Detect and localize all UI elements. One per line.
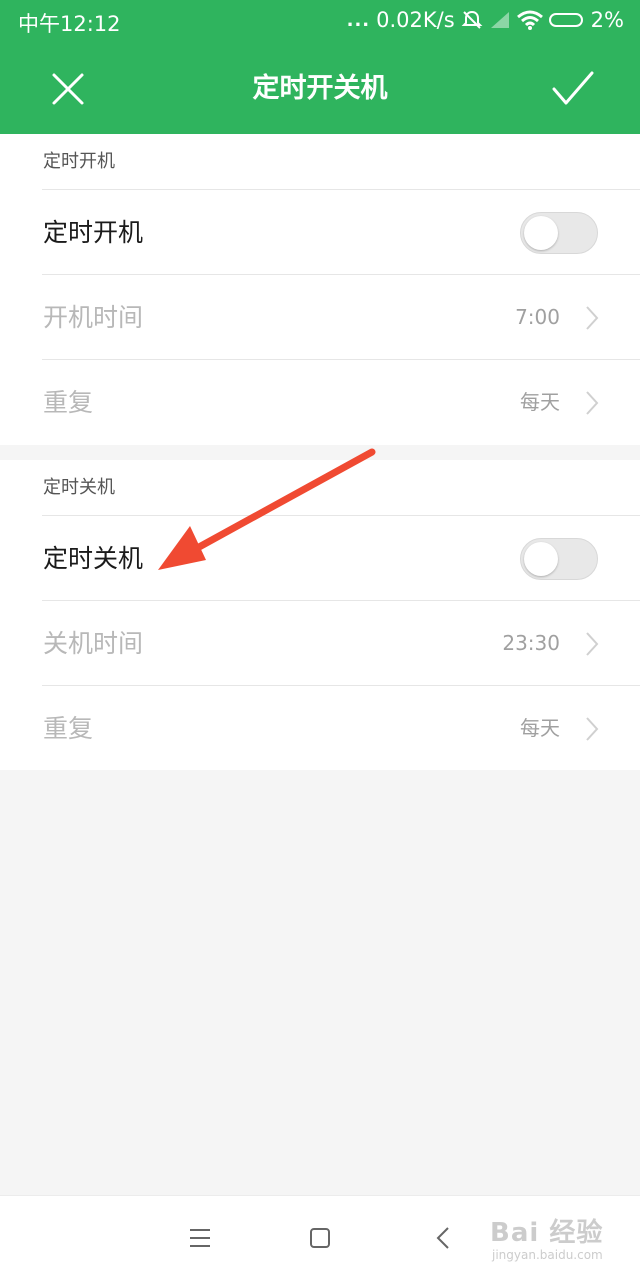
chevron-right-icon (586, 391, 599, 415)
row-label: 定时关机 (43, 544, 144, 573)
close-icon (52, 73, 84, 105)
home-icon[interactable] (300, 1218, 340, 1258)
power-off-time-value: 23:30 (502, 631, 560, 655)
power-on-repeat-row[interactable]: 重复 每天 (42, 359, 640, 444)
chevron-right-icon (586, 632, 599, 656)
confirm-button[interactable] (540, 57, 604, 121)
status-icons: ... 0.02K/s 2% (347, 8, 624, 32)
row-label: 重复 (43, 388, 94, 417)
close-button[interactable] (36, 57, 100, 121)
watermark-brand: Bai 经验 (490, 1218, 604, 1248)
network-speed: 0.02K/s (376, 8, 455, 32)
row-label: 定时开机 (43, 218, 144, 247)
battery-icon (548, 13, 583, 27)
power-on-time-row[interactable]: 开机时间 7:00 (42, 274, 640, 359)
check-icon (552, 71, 594, 105)
power-off-repeat-row[interactable]: 重复 每天 (42, 685, 640, 770)
power-off-repeat-value: 每天 (520, 716, 560, 740)
chevron-right-icon (586, 717, 599, 741)
back-icon[interactable] (424, 1218, 464, 1258)
watermark-url: jingyan.baidu.com (492, 1248, 603, 1262)
power-on-toggle-row[interactable]: 定时开机 (42, 189, 640, 274)
switch-knob (524, 216, 558, 250)
status-time: 中午12:12 (18, 12, 121, 36)
wifi-icon (516, 10, 543, 30)
power-on-switch[interactable] (520, 212, 598, 254)
row-label: 重复 (43, 714, 94, 743)
page-title: 定时开关机 (252, 73, 388, 104)
power-on-time-value: 7:00 (515, 305, 560, 329)
menu-icon[interactable] (180, 1218, 220, 1258)
section-header: 定时开机 (43, 151, 115, 172)
title-bar: 定时开关机 (0, 44, 640, 134)
chevron-right-icon (586, 306, 599, 330)
power-off-switch[interactable] (520, 538, 598, 580)
power-off-time-row[interactable]: 关机时间 23:30 (42, 600, 640, 685)
app-header: 中午12:12 ... 0.02K/s 2% 定时开关机 (0, 0, 640, 134)
signal-icon (490, 12, 509, 28)
watermark: Bai 经验 jingyan.baidu.com (490, 1212, 620, 1272)
row-label: 关机时间 (43, 629, 144, 658)
bell-muted-icon (461, 10, 483, 29)
annotation-arrow-icon (158, 448, 376, 570)
power-on-repeat-value: 每天 (520, 390, 560, 414)
power-on-section: 定时开机 定时开机 开机时间 7:00 重复 每天 (0, 134, 640, 445)
row-label: 开机时间 (43, 303, 144, 332)
battery-level: 2% (590, 8, 624, 32)
switch-knob (524, 542, 558, 576)
status-bar: 中午12:12 ... 0.02K/s 2% (0, 0, 640, 44)
status-dots: ... (346, 9, 371, 31)
